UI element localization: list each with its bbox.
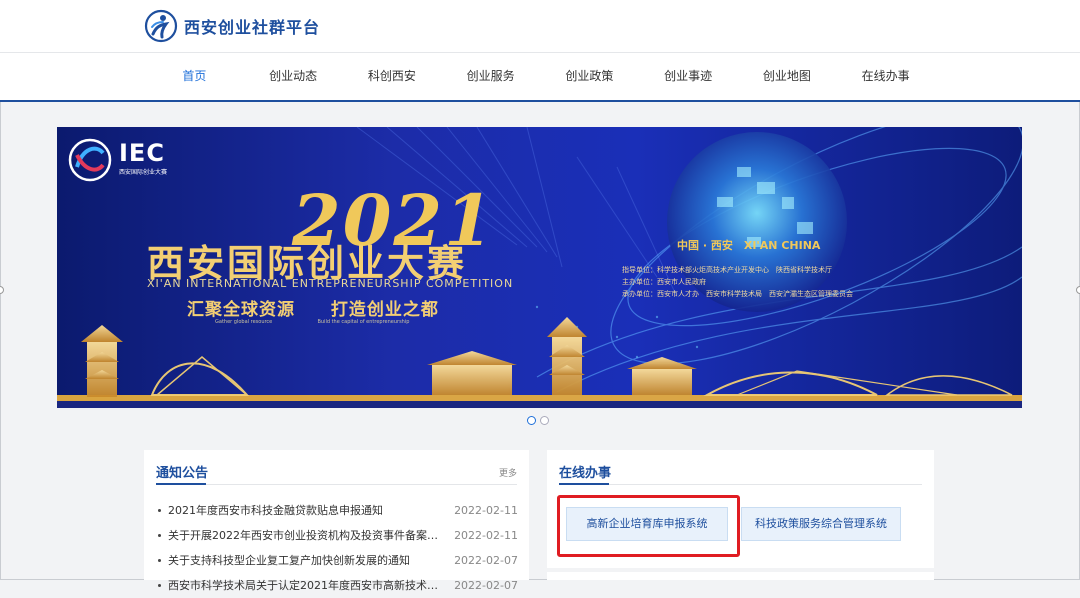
banner-org-guide: 指导单位：科学技术部火炬高技术产业开发中心 陕西省科学技术厅 [622,266,832,274]
notice-item[interactable]: 西安市科学技术局关于认定2021年度西安市高新技术… 2022-02-07 [156,573,518,598]
notice-panel: 通知公告 更多 2021年度西安市科技金融贷款贴息申报通知 2022-02-11… [144,450,529,592]
nav-item-home[interactable]: 首页 [145,60,244,92]
notice-title: 通知公告 [156,466,209,481]
banner-slogan-right-en: Build the capital of entrepreneurship [317,319,410,325]
online-services-title: 在线办事 [559,466,612,481]
carousel-dot-1[interactable] [527,416,536,425]
banner-title-en: XI'AN INTERNATIONAL ENTREPRENEURSHIP COM… [147,277,514,290]
runner-logo-icon [144,9,178,43]
site-name: 西安创业社群平台 [184,18,321,37]
banner-org-organizer: 承办单位：西安市人才办 西安市科学技术局 西安浐灞生态区管理委员会 [622,290,853,298]
notice-list: 2021年度西安市科技金融贷款贴息申报通知 2022-02-11 关于开展202… [156,498,518,598]
notice-item-title: 关于支持科技型企业复工复产加快创新发展的通知 [168,554,410,567]
notice-item[interactable]: 2021年度西安市科技金融贷款贴息申报通知 2022-02-11 [156,498,518,523]
notice-item-title: 西安市科学技术局关于认定2021年度西安市高新技术… [168,579,438,592]
iec-logo-icon [68,138,112,182]
notice-title-underline [156,483,206,485]
nav-item-startup-policy[interactable]: 创业政策 [540,60,639,92]
online-services-title-underline [559,483,609,485]
banner-slogan-right: 打造创业之都 [330,300,439,320]
resize-handle-right[interactable] [1076,286,1080,294]
main-nav: 首页 创业动态 科创西安 创业服务 创业政策 创业事迹 创业地图 在线办事 [145,60,935,92]
nav-item-startup-stories[interactable]: 创业事迹 [639,60,738,92]
nav-item-startup-news[interactable]: 创业动态 [244,60,343,92]
banner-slogan-left-en: Gather global resource [215,319,273,325]
header-divider [0,52,1080,53]
carousel-dots [527,416,549,425]
highlight-box [557,495,740,557]
bullet-icon [158,584,161,587]
online-services-panel: 在线办事 高新企业培育库申报系统 科技政策服务综合管理系统 [547,450,934,568]
iec-logo-text: IEC [119,139,165,167]
site-logo[interactable]: 西安创业社群平台 [144,6,320,46]
bullet-icon [158,509,161,512]
carousel-dot-2[interactable] [540,416,549,425]
nav-item-online-services[interactable]: 在线办事 [836,60,935,92]
hero-banner[interactable]: IEC 西安国际创业大赛 2021 西安国际创业大赛 XI'AN INTERNA… [57,127,1022,408]
banner-china-line: 中国 · 西安 XI'AN CHINA [677,239,821,252]
tech-policy-system-button[interactable]: 科技政策服务综合管理系统 [741,507,901,541]
notice-item[interactable]: 关于支持科技型企业复工复产加快创新发展的通知 2022-02-07 [156,548,518,573]
notice-more-link[interactable]: 更多 [499,466,517,479]
notice-item-title: 2021年度西安市科技金融贷款贴息申报通知 [168,504,383,517]
notice-item-date: 2022-02-07 [454,554,518,567]
notice-item[interactable]: 关于开展2022年西安市创业投资机构及投资事件备案… 2022-02-11 [156,523,518,548]
bullet-icon [158,559,161,562]
notice-item-title: 关于开展2022年西安市创业投资机构及投资事件备案… [168,529,438,542]
banner-org-host: 主办单位：西安市人民政府 [622,278,706,286]
lower-panel-edge [547,572,934,580]
notice-item-date: 2022-02-11 [454,529,518,542]
banner-slogan-left: 汇聚全球资源 [187,300,295,320]
nav-item-startup-map[interactable]: 创业地图 [738,60,837,92]
banner-slogan-en: Gather global resource Build the capital… [215,319,409,325]
notice-item-date: 2022-02-11 [454,504,518,517]
nav-item-tech-xian[interactable]: 科创西安 [343,60,442,92]
banner-slogan: 汇聚全球资源 打造创业之都 [187,295,439,320]
notice-item-date: 2022-02-07 [454,579,518,592]
notice-divider [156,484,517,485]
bullet-icon [158,534,161,537]
online-services-divider [559,484,922,485]
iec-logo-subtext: 西安国际创业大赛 [119,169,168,176]
site-header: 西安创业社群平台 首页 创业动态 科创西安 创业服务 创业政策 创业事迹 创业地… [0,0,1080,102]
nav-item-startup-services[interactable]: 创业服务 [441,60,540,92]
